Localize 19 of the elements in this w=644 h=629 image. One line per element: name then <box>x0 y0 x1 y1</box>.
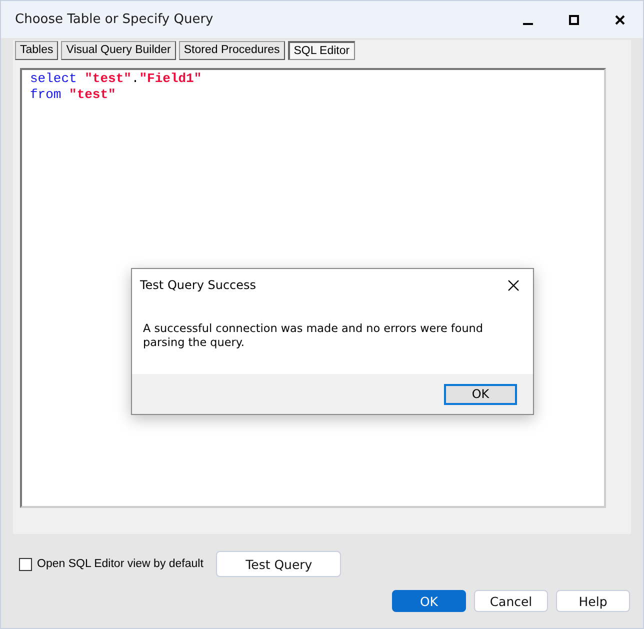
ok-button[interactable]: OK <box>392 590 466 612</box>
checkbox[interactable] <box>19 558 32 570</box>
test-query-button[interactable]: Test Query <box>216 551 342 577</box>
ok-button[interactable]: OK <box>444 384 517 404</box>
dialog-button[interactable]: Cancel <box>474 590 548 612</box>
code-line: select "test"."Field1" <box>30 71 203 87</box>
dialog-message: A successful connection was made and no errors were found parsing the query. <box>142 321 484 351</box>
code-line: from "test" <box>30 87 117 103</box>
dialog-button[interactable]: Help <box>556 590 630 612</box>
close-icon[interactable] <box>615 14 625 24</box>
checkbox-label: Open SQL Editor view by default <box>37 558 204 570</box>
window-title: Choose Table or Specify Query <box>15 12 214 27</box>
tab[interactable]: Tables <box>15 41 58 60</box>
dialog-title: Test Query Success <box>140 278 258 292</box>
tab[interactable]: Stored Procedures <box>178 41 285 60</box>
maximize-icon[interactable] <box>569 14 579 24</box>
tab[interactable]: SQL Editor <box>288 41 355 60</box>
close-icon[interactable] <box>508 280 518 290</box>
tab[interactable]: Visual Query Builder <box>61 41 176 60</box>
